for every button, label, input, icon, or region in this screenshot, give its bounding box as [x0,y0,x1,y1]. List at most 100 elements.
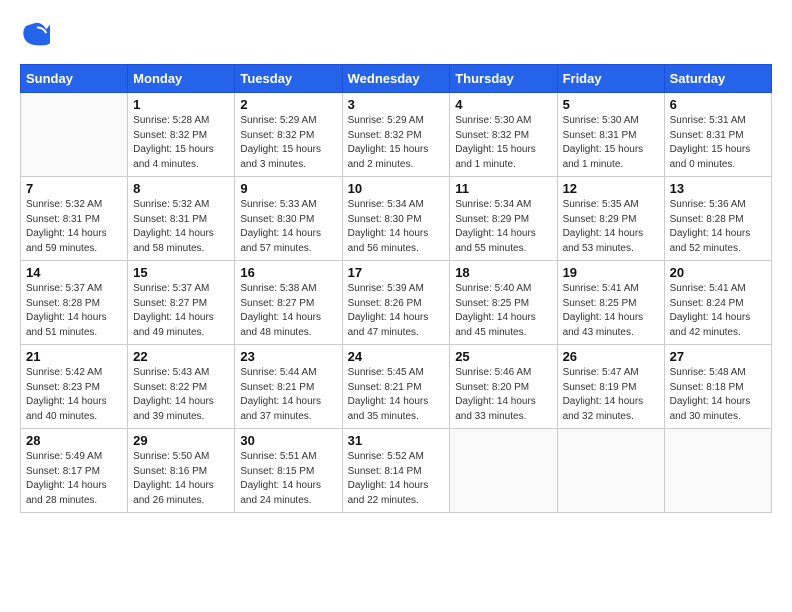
logo-icon [22,20,50,48]
day-info: Sunrise: 5:42 AM Sunset: 8:23 PM Dayligh… [26,366,122,424]
day-number: 26 [563,349,659,364]
weekday-header-monday: Monday [128,65,235,93]
calendar-cell: 11 Sunrise: 5:34 AM Sunset: 8:29 PM Dayli… [450,177,557,261]
day-info: Sunrise: 5:39 AM Sunset: 8:26 PM Dayligh… [348,282,445,340]
calendar-cell: 16Sunrise: 5:38 AM Sunset: 8:27 PM Dayli… [235,261,342,345]
calendar-cell: 7 Sunrise: 5:32 AM Sunset: 8:31 PM Daylig… [21,177,128,261]
day-number: 15 [133,265,229,280]
day-info: Sunrise: 5:41 AM Sunset: 8:24 PM Dayligh… [670,282,766,340]
logo [20,20,50,54]
day-number: 5 [563,97,659,112]
day-number: 6 [670,97,766,112]
day-number: 14 [26,265,122,280]
weekday-header-friday: Friday [557,65,664,93]
day-number: 3 [348,97,445,112]
day-number: 18 [455,265,551,280]
day-info: Sunrise: 5:50 AM Sunset: 8:16 PM Dayligh… [133,450,229,508]
weekday-header-saturday: Saturday [664,65,771,93]
calendar-week-row: 21 Sunrise: 5:42 AM Sunset: 8:23 PM Dayli… [21,345,772,429]
calendar-cell: 30 Sunrise: 5:51 AM Sunset: 8:15 PM Dayli… [235,429,342,513]
day-info: Sunrise: 5:28 AM Sunset: 8:32 PM Dayligh… [133,114,229,172]
day-number: 10 [348,181,445,196]
day-number: 27 [670,349,766,364]
day-number: 17 [348,265,445,280]
calendar-cell: 27 Sunrise: 5:48 AM Sunset: 8:18 PM Dayli… [664,345,771,429]
calendar-cell: 21 Sunrise: 5:42 AM Sunset: 8:23 PM Dayli… [21,345,128,429]
day-info: Sunrise: 5:51 AM Sunset: 8:15 PM Dayligh… [240,450,336,508]
calendar-cell: 3 Sunrise: 5:29 AM Sunset: 8:32 PM Daylig… [342,93,450,177]
day-number: 8 [133,181,229,196]
calendar-cell: 18Sunrise: 5:40 AM Sunset: 8:25 PM Dayli… [450,261,557,345]
calendar-cell: 19 Sunrise: 5:41 AM Sunset: 8:25 PM Dayli… [557,261,664,345]
day-number: 28 [26,433,122,448]
weekday-header-sunday: Sunday [21,65,128,93]
day-number: 1 [133,97,229,112]
day-number: 20 [670,265,766,280]
day-info: Sunrise: 5:49 AM Sunset: 8:17 PM Dayligh… [26,450,122,508]
day-info: Sunrise: 5:46 AM Sunset: 8:20 PM Dayligh… [455,366,551,424]
calendar-week-row: 28 Sunrise: 5:49 AM Sunset: 8:17 PM Dayli… [21,429,772,513]
day-info: Sunrise: 5:37 AM Sunset: 8:27 PM Dayligh… [133,282,229,340]
day-number: 16 [240,265,336,280]
day-number: 2 [240,97,336,112]
weekday-header-row: SundayMondayTuesdayWednesdayThursdayFrid… [21,65,772,93]
day-number: 11 [455,181,551,196]
day-number: 22 [133,349,229,364]
calendar-cell: 4 Sunrise: 5:30 AM Sunset: 8:32 PM Daylig… [450,93,557,177]
day-info: Sunrise: 5:48 AM Sunset: 8:18 PM Dayligh… [670,366,766,424]
calendar-cell: 28 Sunrise: 5:49 AM Sunset: 8:17 PM Dayli… [21,429,128,513]
day-info: Sunrise: 5:32 AM Sunset: 8:31 PM Dayligh… [26,198,122,256]
weekday-header-wednesday: Wednesday [342,65,450,93]
day-info: Sunrise: 5:43 AM Sunset: 8:22 PM Dayligh… [133,366,229,424]
day-number: 29 [133,433,229,448]
day-number: 4 [455,97,551,112]
calendar-cell: 23 Sunrise: 5:44 AM Sunset: 8:21 PM Dayli… [235,345,342,429]
calendar-cell: 25Sunrise: 5:46 AM Sunset: 8:20 PM Dayli… [450,345,557,429]
day-number: 13 [670,181,766,196]
day-info: Sunrise: 5:34 AM Sunset: 8:29 PM Dayligh… [455,198,551,256]
calendar-cell: 15 Sunrise: 5:37 AM Sunset: 8:27 PM Dayli… [128,261,235,345]
calendar-cell: 22 Sunrise: 5:43 AM Sunset: 8:22 PM Dayli… [128,345,235,429]
day-number: 24 [348,349,445,364]
calendar-cell: 13 Sunrise: 5:36 AM Sunset: 8:28 PM Dayli… [664,177,771,261]
calendar-cell: 12 Sunrise: 5:35 AM Sunset: 8:29 PM Dayli… [557,177,664,261]
day-info: Sunrise: 5:35 AM Sunset: 8:29 PM Dayligh… [563,198,659,256]
calendar-cell: 14Sunrise: 5:37 AM Sunset: 8:28 PM Dayli… [21,261,128,345]
calendar-table: SundayMondayTuesdayWednesdayThursdayFrid… [20,64,772,513]
day-number: 12 [563,181,659,196]
day-number: 7 [26,181,122,196]
calendar-cell [557,429,664,513]
calendar-cell: 5Sunrise: 5:30 AM Sunset: 8:31 PM Daylig… [557,93,664,177]
day-info: Sunrise: 5:30 AM Sunset: 8:32 PM Dayligh… [455,114,551,172]
day-info: Sunrise: 5:47 AM Sunset: 8:19 PM Dayligh… [563,366,659,424]
day-number: 9 [240,181,336,196]
calendar-cell: 29 Sunrise: 5:50 AM Sunset: 8:16 PM Dayli… [128,429,235,513]
day-number: 19 [563,265,659,280]
calendar-cell: 31Sunrise: 5:52 AM Sunset: 8:14 PM Dayli… [342,429,450,513]
day-info: Sunrise: 5:44 AM Sunset: 8:21 PM Dayligh… [240,366,336,424]
calendar-week-row: 7 Sunrise: 5:32 AM Sunset: 8:31 PM Daylig… [21,177,772,261]
day-number: 23 [240,349,336,364]
day-info: Sunrise: 5:36 AM Sunset: 8:28 PM Dayligh… [670,198,766,256]
calendar-week-row: 14Sunrise: 5:37 AM Sunset: 8:28 PM Dayli… [21,261,772,345]
calendar-cell [664,429,771,513]
page-header [20,20,772,54]
day-info: Sunrise: 5:29 AM Sunset: 8:32 PM Dayligh… [348,114,445,172]
calendar-cell: 9 Sunrise: 5:33 AM Sunset: 8:30 PM Daylig… [235,177,342,261]
weekday-header-thursday: Thursday [450,65,557,93]
calendar-cell: 20 Sunrise: 5:41 AM Sunset: 8:24 PM Dayli… [664,261,771,345]
calendar-cell: 26 Sunrise: 5:47 AM Sunset: 8:19 PM Dayli… [557,345,664,429]
day-info: Sunrise: 5:31 AM Sunset: 8:31 PM Dayligh… [670,114,766,172]
calendar-cell: 17 Sunrise: 5:39 AM Sunset: 8:26 PM Dayli… [342,261,450,345]
calendar-cell: 6 Sunrise: 5:31 AM Sunset: 8:31 PM Daylig… [664,93,771,177]
day-info: Sunrise: 5:29 AM Sunset: 8:32 PM Dayligh… [240,114,336,172]
calendar-cell: 1 Sunrise: 5:28 AM Sunset: 8:32 PM Daylig… [128,93,235,177]
calendar-cell: 10 Sunrise: 5:34 AM Sunset: 8:30 PM Dayli… [342,177,450,261]
day-number: 31 [348,433,445,448]
day-number: 21 [26,349,122,364]
day-number: 30 [240,433,336,448]
day-info: Sunrise: 5:41 AM Sunset: 8:25 PM Dayligh… [563,282,659,340]
calendar-cell [21,93,128,177]
day-info: Sunrise: 5:33 AM Sunset: 8:30 PM Dayligh… [240,198,336,256]
day-info: Sunrise: 5:34 AM Sunset: 8:30 PM Dayligh… [348,198,445,256]
